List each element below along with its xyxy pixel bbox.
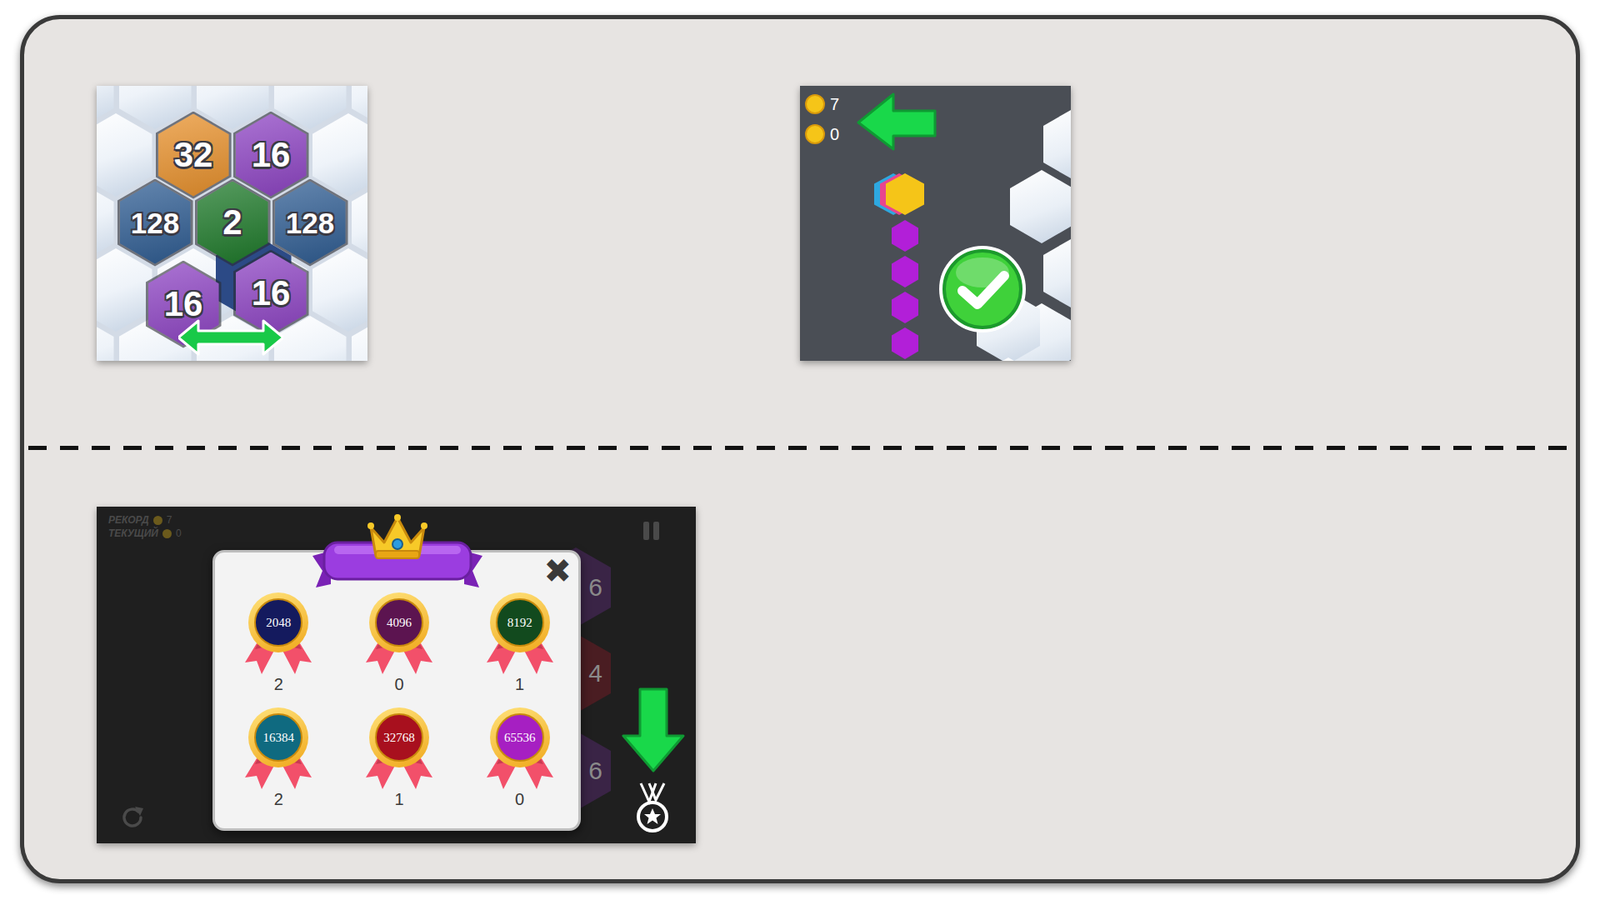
board-cell [1043, 107, 1071, 181]
score-value: 0 [175, 528, 182, 539]
trail-hex [891, 291, 919, 324]
medal-item: 4096 0 [339, 590, 460, 693]
medal-count: 2 [274, 790, 284, 808]
coin-icon [153, 515, 163, 525]
tile-value: 16 [251, 275, 291, 311]
tile-value: 128 [285, 208, 335, 238]
pause-icon[interactable] [641, 520, 662, 542]
medal: 32768 [359, 705, 440, 793]
medal: 8192 [480, 590, 560, 678]
medal: 4096 [359, 590, 440, 678]
coin-value: 0 [830, 125, 840, 143]
coin-icon [805, 94, 825, 115]
coin-counter: 7 [805, 94, 840, 115]
medal-ring: 32768 [369, 707, 430, 768]
tile-value: 32 [174, 137, 214, 173]
tile-value: 2 [222, 205, 242, 240]
tile-value: 128 [130, 208, 180, 238]
score-stat: ТЕКУЩИЙ 0 [108, 528, 182, 539]
coin-counter: 0 [805, 124, 840, 145]
medal: 2048 [238, 590, 319, 678]
medal-ring: 2048 [248, 592, 309, 653]
medal-count: 1 [515, 675, 525, 693]
medals-dialog: ✖ 2048 2 4096 0 8192 1 16384 2 32768 1 65536 0 [212, 550, 581, 831]
medal-item: 65536 0 [459, 705, 580, 808]
medal-value: 65536 [504, 731, 536, 745]
tutorial-frame: 321612821281616 70 РЕКОРД7ТЕКУЩИЙ0646✖20… [20, 15, 1580, 884]
coin-icon [805, 124, 825, 145]
medal-ring: 8192 [490, 592, 550, 653]
board-cell [1043, 236, 1071, 310]
pointer-arrow-icon [620, 687, 687, 775]
trail-hex [891, 327, 919, 360]
medal-ring: 16384 [248, 707, 309, 768]
medal-value: 4096 [386, 616, 412, 630]
medal: 16384 [238, 705, 319, 793]
coins-hint-panel: 70 [800, 85, 1071, 361]
medal-item: 8192 1 [459, 590, 580, 693]
medal: 65536 [480, 705, 560, 793]
score-stat: РЕКОРД 7 [108, 515, 182, 525]
board-cell [96, 248, 153, 332]
medal-value: 8192 [507, 616, 533, 630]
tile-value: 16 [251, 137, 291, 173]
tile-value: 6 [588, 758, 603, 784]
dashed-divider [28, 445, 1572, 450]
tile-value: 16 [164, 286, 204, 322]
confirm-check-icon[interactable] [937, 244, 1028, 335]
medal-core: 4096 [375, 598, 424, 647]
tile-value: 4 [588, 660, 603, 686]
score-label: ТЕКУЩИЙ [108, 528, 159, 539]
medal-value: 16384 [263, 731, 295, 745]
close-button[interactable]: ✖ [543, 554, 572, 588]
medal-ring: 65536 [490, 707, 550, 768]
medal-core: 16384 [254, 713, 303, 762]
board-cell [1010, 170, 1071, 244]
swap-arrow-icon [178, 319, 284, 356]
medal-item: 2048 2 [218, 590, 340, 693]
board-cell [312, 113, 369, 197]
medal-core: 32768 [375, 713, 424, 762]
medal-core: 8192 [495, 598, 545, 647]
trail-hex [891, 220, 919, 252]
coin-icon [162, 529, 172, 539]
pointer-arrow-icon [855, 90, 939, 151]
medal-core: 2048 [254, 598, 303, 647]
medal-item: 32768 1 [339, 705, 460, 808]
trail-hex [891, 255, 919, 288]
medals-button-icon[interactable] [634, 781, 671, 834]
medal-count: 2 [274, 675, 284, 693]
tile-value: 6 [588, 575, 603, 600]
medal-item: 16384 2 [218, 705, 340, 808]
crown-icon [365, 514, 430, 561]
medal-core: 65536 [495, 713, 545, 762]
restart-icon[interactable] [118, 803, 147, 832]
coin-value: 7 [830, 95, 840, 113]
medals-panel: РЕКОРД7ТЕКУЩИЙ0646✖204824096081921163842… [96, 506, 696, 844]
board-cell [96, 113, 153, 197]
medal-ring: 4096 [369, 592, 430, 653]
board-cell [312, 248, 369, 332]
medal-value: 2048 [265, 616, 291, 630]
medals-grid: 2048 2 4096 0 8192 1 16384 2 32768 1 65536 0 [218, 590, 580, 808]
medal-count: 0 [394, 675, 404, 693]
merge-hint-panel: 32 16 128 2 128 16 16 [96, 85, 368, 361]
medal-value: 32768 [383, 731, 415, 745]
score-label: РЕКОРД [108, 515, 150, 525]
medal-count: 0 [515, 790, 525, 808]
score-value: 7 [166, 515, 173, 525]
medal-count: 1 [394, 790, 404, 808]
